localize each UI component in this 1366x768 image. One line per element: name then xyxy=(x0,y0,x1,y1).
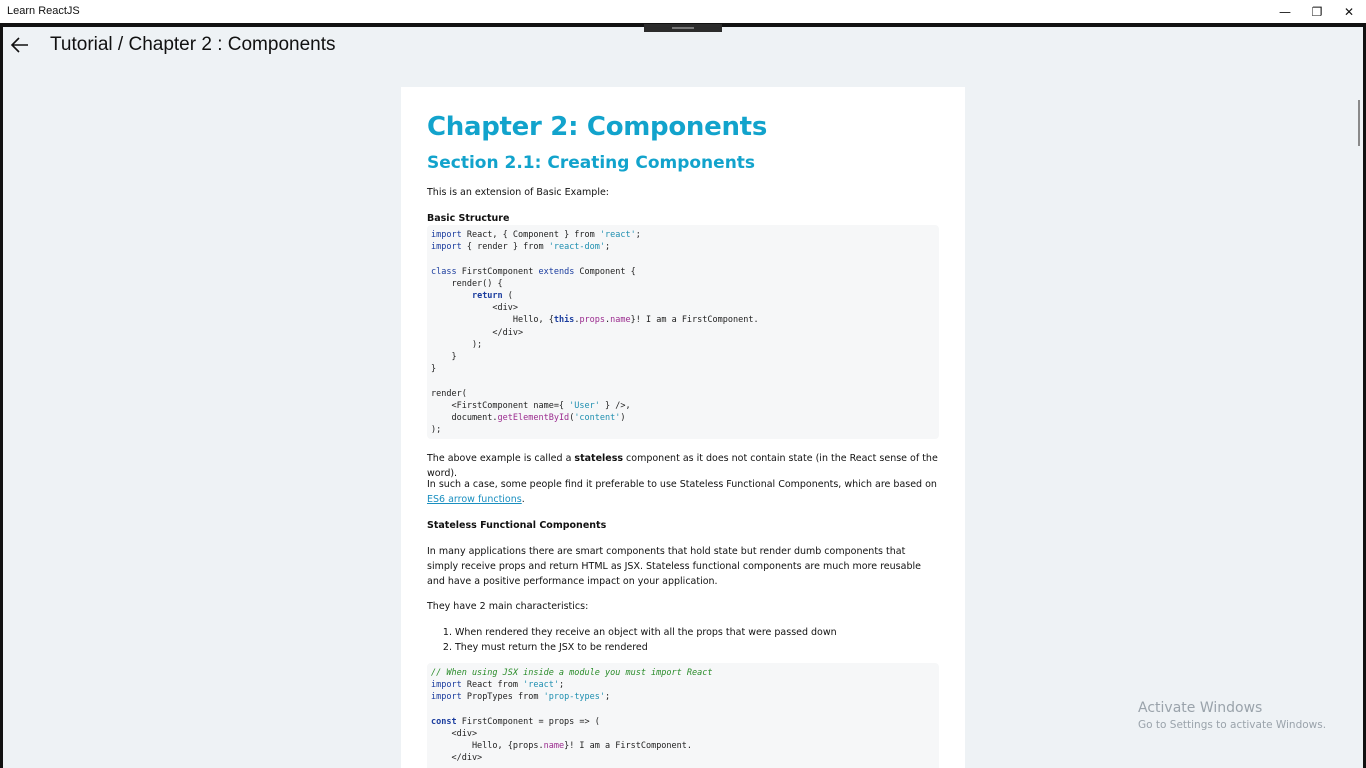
minimize-button[interactable]: — xyxy=(1268,0,1302,24)
activate-windows-subtitle: Go to Settings to activate Windows. xyxy=(1138,719,1327,731)
such-case-paragraph: In such a case, some people find it pref… xyxy=(427,479,937,505)
title-bar: Learn ReactJS — ❐ ✕ xyxy=(0,0,1366,24)
back-button[interactable] xyxy=(10,34,30,56)
app-title: Learn ReactJS xyxy=(7,5,80,17)
code-block-basic-structure: import React, { Component } from 'react'… xyxy=(427,225,939,439)
section-title: Section 2.1: Creating Components xyxy=(427,153,756,173)
page-title: Tutorial / Chapter 2 : Components xyxy=(50,34,336,55)
window-frame-left xyxy=(0,23,3,768)
code-block-stateless: // When using JSX inside a module you mu… xyxy=(427,663,939,768)
sfc-paragraph: In many applications there are smart com… xyxy=(427,546,921,587)
es6-arrow-functions-link[interactable]: ES6 arrow functions xyxy=(427,494,522,505)
minimize-icon: — xyxy=(1279,5,1291,19)
characteristics-list: When rendered they receive an object wit… xyxy=(427,625,837,655)
close-icon: ✕ xyxy=(1343,5,1355,19)
basic-structure-heading: Basic Structure xyxy=(427,213,510,224)
back-arrow-icon xyxy=(10,37,28,53)
chapter-title: Chapter 2: Components xyxy=(427,112,767,142)
list-item: When rendered they receive an object wit… xyxy=(455,625,837,640)
restore-button[interactable]: ❐ xyxy=(1300,0,1334,24)
sfc-heading: Stateless Functional Components xyxy=(427,520,607,531)
intro-text: This is an extension of Basic Example: xyxy=(427,187,609,198)
characteristics-intro: They have 2 main characteristics: xyxy=(427,601,589,612)
activate-windows-title: Activate Windows xyxy=(1138,700,1263,716)
restore-icon: ❐ xyxy=(1311,5,1323,19)
scrollbar-thumb[interactable] xyxy=(1358,100,1360,146)
article-card: Chapter 2: Components Section 2.1: Creat… xyxy=(401,87,965,768)
drag-handle[interactable] xyxy=(644,24,722,32)
list-item: They must return the JSX to be rendered xyxy=(455,640,837,655)
close-button[interactable]: ✕ xyxy=(1332,0,1366,24)
